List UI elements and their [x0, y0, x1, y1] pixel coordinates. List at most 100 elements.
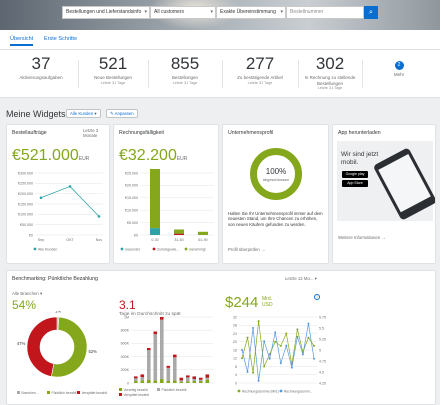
- more-tile[interactable]: 2 Mehr: [366, 50, 432, 98]
- customize-button[interactable]: ✎ Anpassen: [106, 109, 138, 118]
- y-tick-label-right: 4.75: [319, 359, 326, 363]
- benchmark-amount-unit: Mrd. USD: [262, 296, 273, 308]
- kpi-sub: Letzte 31 Tage: [317, 86, 343, 90]
- invoices-unit: EUR: [176, 156, 188, 162]
- profile-percent: 100%: [265, 167, 287, 176]
- data-point: [274, 340, 277, 343]
- legend-label: Verspätet bezahlt: [124, 393, 150, 397]
- kpi-label: Aktivierungsaufgaben: [19, 75, 63, 80]
- chevron-down-icon: ▾: [210, 9, 213, 15]
- kpi-tile[interactable]: 277 Zu bestätigende Artikel Letzte 31 Tage: [224, 50, 296, 98]
- app-title: App herunterladen: [338, 130, 381, 136]
- bar-segment: [140, 380, 145, 383]
- legend-label: Vorzeitig bezahlt: [124, 388, 148, 392]
- legend-label: Gesendet: [125, 247, 140, 251]
- app-store-badge[interactable]: App Store: [342, 180, 368, 187]
- orders-amount: €521.000: [12, 147, 79, 164]
- google-play-badge[interactable]: Google play: [342, 171, 368, 178]
- match-select[interactable]: Exakte Übereinstimmung ▾: [216, 6, 286, 19]
- y-tick-label-left: 8: [235, 365, 237, 369]
- y-tick-label: €150.000: [18, 202, 33, 206]
- bar-segment: [199, 379, 203, 382]
- y-tick-label: €200.000: [18, 192, 33, 196]
- bar-segment: [199, 381, 203, 383]
- y-tick-label-left: 28: [233, 324, 237, 328]
- kpi-tile[interactable]: 855 Bestellungen Letzte 31 Tage: [150, 50, 220, 98]
- bar-segment: [140, 374, 145, 378]
- benchmark-days: 3.1: [119, 298, 136, 312]
- y-tick-label: 0: [127, 381, 129, 385]
- scope-value: Bestellungen und Lieferstandsinfo: [66, 9, 142, 15]
- kpi-tile[interactable]: 302 In Rechnung zu stellende Bestellungen…: [300, 50, 360, 98]
- data-point: [296, 328, 299, 331]
- benchmark-card: Benchmarking: Pünktliche Bezahlung Letzt…: [6, 270, 436, 405]
- data-point: [301, 353, 304, 356]
- invoices-card: Rechnungsfälligkeit €32.200EUR €25.000 €2…: [113, 124, 219, 264]
- tab-getting-started[interactable]: Erste Schritte: [44, 34, 77, 44]
- order-number-input[interactable]: Bestellnummer: [286, 6, 364, 19]
- bar-segment: [192, 376, 197, 380]
- y-tick-label-left: 12: [233, 357, 237, 361]
- data-point: [97, 215, 101, 218]
- data-point: [68, 185, 72, 188]
- profile-title: Unternehmensprofil: [228, 130, 274, 136]
- order-number-placeholder: Bestellnummer: [290, 9, 324, 15]
- legend-swatch: [119, 393, 122, 396]
- app-more-label: Weitere Informationen: [338, 235, 381, 240]
- legend-swatch: [279, 389, 283, 393]
- bar-segment: [186, 375, 190, 378]
- data-point: [307, 336, 310, 339]
- arrow-right-icon: →: [381, 235, 386, 240]
- kpi-value: 37: [31, 54, 51, 73]
- bar-segment: [147, 348, 151, 350]
- kpi-tile[interactable]: 521 Neue Bestellungen Letzte 31 Tage: [80, 50, 146, 98]
- data-point: [257, 379, 260, 382]
- data-point: [241, 357, 243, 360]
- info-icon[interactable]: i: [314, 294, 320, 300]
- bar-segment: [153, 334, 158, 381]
- benchmark-amount: $244: [225, 294, 258, 311]
- orders-chart: €300.000 €250.000 €200.000 €150.000 €100.000…: [18, 171, 103, 251]
- kpi-value: 521: [98, 54, 128, 73]
- x-tick-label: OKT: [66, 238, 74, 242]
- data-point: [279, 344, 282, 347]
- invoices-chart: €25.000 €20.000 €15.000 €10.000 €5.000 €0 0-30…: [120, 169, 214, 251]
- bar-segment: [186, 377, 190, 382]
- y-tick-label-right: 5.75: [319, 315, 326, 319]
- profile-review-link[interactable]: Profil überprüfen →: [228, 247, 265, 252]
- series-line: [40, 185, 100, 217]
- bar-segment: [150, 228, 160, 235]
- app-more-link[interactable]: Weitere Informationen →: [338, 235, 386, 240]
- benchmark-pct: 54%: [12, 298, 37, 312]
- scope-select[interactable]: Bestellungen und Lieferstandsinfo ▾: [62, 6, 150, 19]
- profile-link-label: Profil überprüfen: [228, 247, 260, 252]
- bar-segment: [166, 381, 171, 383]
- data-point: [263, 365, 266, 368]
- y-tick-label-right: 4.5: [319, 370, 324, 374]
- pie-slice: [26, 316, 58, 377]
- customer-filter-button[interactable]: Alle Kunden ▾: [66, 109, 101, 118]
- data-point: [285, 332, 288, 335]
- industry-filter-label: Alle Branchen: [12, 291, 39, 296]
- benchmark-charts: 1% 52% 47% Branchen... Pünktlich bezahlt Vers…: [17, 311, 326, 397]
- bar-segment: [192, 381, 197, 383]
- data-point: [313, 344, 315, 347]
- legend-label: Verspätet bezahlt: [82, 391, 108, 395]
- benchmark-period-link[interactable]: Letzte 12 Mo... ▾: [285, 276, 317, 282]
- match-value: Exakte Übereinstimmung: [220, 9, 276, 15]
- search-button[interactable]: ⌕: [364, 6, 378, 19]
- legend-swatch: [157, 388, 160, 391]
- industry-filter-link[interactable]: Alle Branchen ▾: [12, 291, 42, 297]
- y-tick-label-right: 4.25: [319, 381, 326, 385]
- orders-period-link[interactable]: Letzte 3 Monate: [83, 128, 109, 138]
- customer-value: All customers: [154, 9, 185, 15]
- bar-segment: [160, 379, 164, 383]
- kpi-tile[interactable]: 37 Aktivierungsaufgaben: [6, 50, 76, 98]
- kpi-sub: Letzte 31 Tage: [172, 80, 198, 85]
- bar-segment: [205, 374, 210, 378]
- tab-overview[interactable]: Übersicht: [10, 34, 34, 46]
- legend-swatch: [119, 388, 122, 391]
- chevron-down-icon: ▾: [94, 111, 97, 116]
- customer-select[interactable]: All customers ▾: [150, 6, 216, 19]
- bar-segment: [147, 379, 151, 383]
